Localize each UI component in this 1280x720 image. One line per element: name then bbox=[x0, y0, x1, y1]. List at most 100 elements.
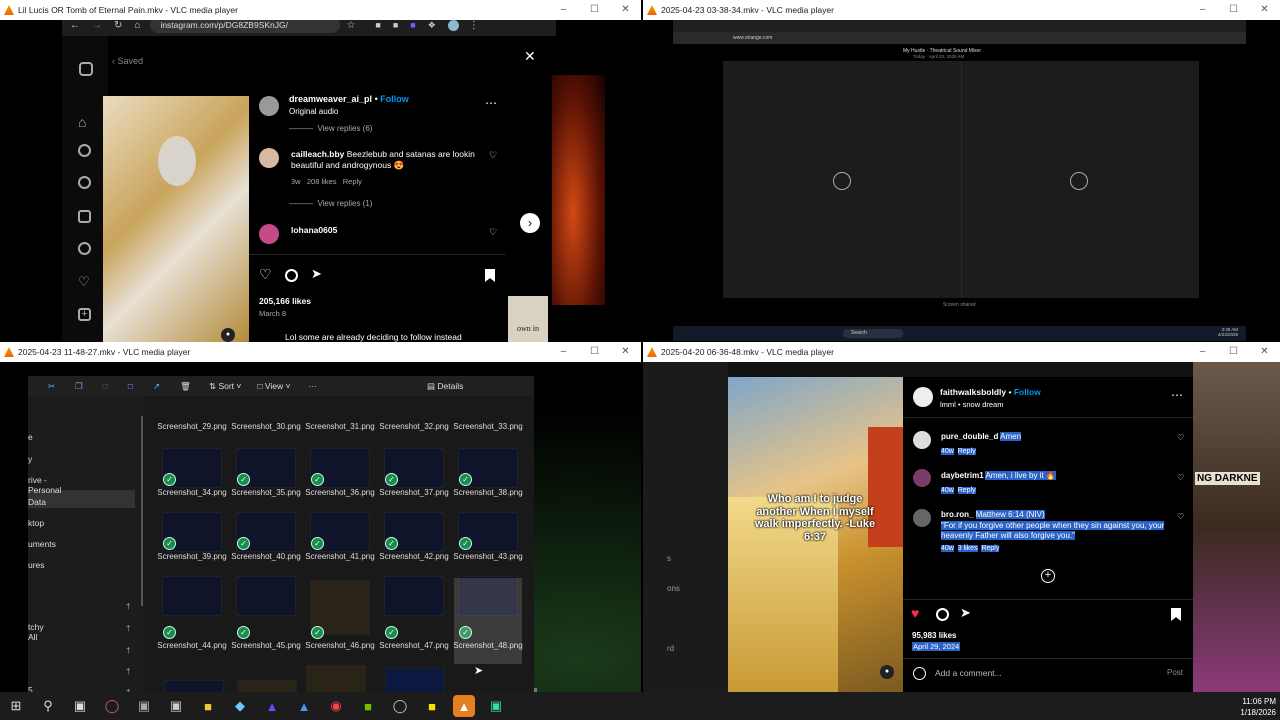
save-icon[interactable] bbox=[485, 269, 495, 282]
pin-icon[interactable]: † bbox=[126, 667, 130, 676]
comment-username[interactable]: bro.ron_ bbox=[941, 510, 973, 519]
messages-icon[interactable] bbox=[78, 242, 91, 255]
file-name[interactable]: Screenshot_34.png bbox=[155, 488, 229, 498]
file-name[interactable]: Screenshot_38.png bbox=[451, 488, 525, 498]
follow-button[interactable]: Follow bbox=[1014, 387, 1041, 397]
comment-icon[interactable] bbox=[285, 269, 298, 282]
file-thumbnail[interactable] bbox=[306, 665, 366, 692]
minimize-button[interactable]: – bbox=[548, 0, 579, 20]
app-icon[interactable]: ◯ bbox=[101, 695, 123, 717]
file-name[interactable]: Screenshot_41.png bbox=[303, 552, 377, 562]
comment-like-icon[interactable]: ♡ bbox=[1177, 473, 1184, 482]
view-button[interactable]: □ View ˅ bbox=[257, 381, 290, 391]
comment-like-icon[interactable]: ♡ bbox=[1177, 512, 1184, 521]
reply-button[interactable]: Reply bbox=[981, 545, 1000, 552]
extension-icon[interactable]: ■ bbox=[393, 20, 398, 30]
extension-icon[interactable]: ■ bbox=[375, 20, 380, 30]
puzzle-icon[interactable]: ❖ bbox=[428, 20, 436, 31]
file-name[interactable]: Screenshot_29.png bbox=[155, 422, 229, 432]
search-icon[interactable]: ⚲ bbox=[37, 695, 59, 717]
nav-item[interactable]: y bbox=[28, 454, 32, 464]
comment-avatar[interactable] bbox=[913, 509, 931, 527]
reply-button[interactable]: Reply bbox=[957, 448, 976, 455]
file-name[interactable]: Screenshot_44.png bbox=[155, 641, 229, 651]
file-name[interactable]: Screenshot_40.png bbox=[229, 552, 303, 562]
copy-icon[interactable]: ❐ bbox=[75, 381, 83, 392]
vlc-icon[interactable]: ▲ bbox=[453, 695, 475, 717]
file-name[interactable]: Screenshot_42.png bbox=[377, 552, 451, 562]
extension-icon[interactable]: ■ bbox=[410, 20, 415, 30]
create-icon[interactable]: + bbox=[78, 308, 91, 321]
start-button[interactable]: ⊞ bbox=[5, 695, 27, 717]
paste-icon[interactable]: □ bbox=[103, 381, 108, 391]
close-button[interactable]: ✕ bbox=[1249, 342, 1280, 362]
post-username[interactable]: faithwalksboldly bbox=[940, 387, 1006, 397]
app-icon[interactable]: ▲ bbox=[293, 695, 315, 717]
close-post-icon[interactable]: ✕ bbox=[524, 48, 536, 65]
reply-button[interactable]: Reply bbox=[957, 487, 976, 494]
nav-item[interactable]: tchy All bbox=[28, 622, 44, 642]
explore-icon[interactable] bbox=[78, 176, 91, 189]
vlc-window-top-right[interactable]: 2025-04-23 03-38-34.mkv - VLC media play… bbox=[643, 0, 1280, 342]
comment-like-icon[interactable]: ♡ bbox=[489, 150, 497, 161]
minimize-button[interactable]: – bbox=[1187, 0, 1218, 20]
title-bar[interactable]: Lil Lucis OR Tomb of Eternal Pain.mkv - … bbox=[0, 0, 641, 20]
more-options-icon[interactable]: ⋯ bbox=[485, 96, 497, 110]
vlc-window-top-left[interactable]: Lil Lucis OR Tomb of Eternal Pain.mkv - … bbox=[0, 0, 641, 342]
share-icon[interactable]: ➤ bbox=[311, 266, 322, 282]
nav-item[interactable]: uments bbox=[28, 539, 56, 549]
chrome-icon[interactable]: ◉ bbox=[325, 695, 347, 717]
file-name[interactable]: Screenshot_32.png bbox=[377, 422, 451, 432]
title-bar[interactable]: 2025-04-20 06-36-48.mkv - VLC media play… bbox=[643, 342, 1280, 362]
like-icon[interactable]: ♡ bbox=[259, 266, 272, 283]
sticky-notes-icon[interactable]: ■ bbox=[421, 695, 443, 717]
task-view-icon[interactable]: ▣ bbox=[69, 695, 91, 717]
comment-likes[interactable]: 208 likes bbox=[307, 177, 337, 186]
app-icon[interactable]: ▣ bbox=[133, 695, 155, 717]
comment-username[interactable]: lohana0605 bbox=[291, 225, 337, 235]
nav-item[interactable]: 5 DTD bbox=[28, 685, 45, 692]
avatar[interactable] bbox=[259, 96, 279, 116]
comment-like-icon[interactable]: ♡ bbox=[1177, 433, 1184, 442]
close-button[interactable]: ✕ bbox=[610, 0, 641, 20]
browser-address-bar[interactable]: www.strange.com bbox=[673, 32, 1246, 44]
vlc-window-bottom-right[interactable]: 2025-04-20 06-36-48.mkv - VLC media play… bbox=[643, 342, 1280, 692]
comment-input[interactable]: Add a comment... bbox=[935, 668, 1002, 678]
file-name[interactable]: Screenshot_30.png bbox=[229, 422, 303, 432]
home-icon[interactable]: ⌂ bbox=[134, 20, 140, 31]
comment-likes[interactable]: 3 likes bbox=[957, 545, 978, 552]
view-replies-link[interactable]: ——— View replies (6) bbox=[289, 124, 372, 133]
forward-icon[interactable]: → bbox=[92, 20, 102, 31]
load-more-icon[interactable]: + bbox=[1041, 569, 1055, 583]
close-button[interactable]: ✕ bbox=[610, 342, 641, 362]
clock[interactable]: 11:06 PM 1/18/2026 bbox=[1228, 696, 1276, 718]
sort-button[interactable]: ⇅ Sort ˅ bbox=[209, 381, 241, 392]
file-thumbnail[interactable] bbox=[164, 680, 224, 692]
file-name[interactable]: Screenshot_31.png bbox=[303, 422, 377, 432]
maximize-button[interactable]: ☐ bbox=[579, 342, 610, 362]
app-icon[interactable]: ◆ bbox=[229, 695, 251, 717]
app-icon[interactable]: ▲ bbox=[261, 695, 283, 717]
nav-item[interactable]: ures bbox=[28, 560, 45, 570]
file-thumbnail[interactable] bbox=[237, 680, 297, 692]
nav-item[interactable]: Data bbox=[28, 497, 46, 507]
post-button[interactable]: Post bbox=[1167, 668, 1183, 677]
video-player[interactable] bbox=[723, 61, 1199, 298]
view-replies-link[interactable]: ——— View replies (1) bbox=[289, 199, 372, 208]
minimize-button[interactable]: – bbox=[548, 342, 579, 362]
file-name[interactable]: Screenshot_37.png bbox=[377, 488, 451, 498]
file-name[interactable]: Screenshot_45.png bbox=[229, 641, 303, 651]
likes-count[interactable]: 95,983 likes bbox=[912, 631, 956, 640]
comment-username[interactable]: cailleach.bby bbox=[291, 149, 344, 159]
instagram-logo-icon[interactable] bbox=[79, 62, 93, 76]
reply-button[interactable]: Reply bbox=[343, 177, 362, 186]
nav-scrollbar[interactable] bbox=[141, 416, 143, 606]
pin-icon[interactable]: † bbox=[126, 624, 130, 633]
rename-icon[interactable]: □ bbox=[128, 381, 133, 391]
address-bar[interactable]: instagram.com/p/DG8ZB9SKnJG/ bbox=[150, 20, 341, 33]
comment-avatar[interactable] bbox=[913, 469, 931, 487]
file-thumbnail[interactable] bbox=[385, 668, 445, 692]
comment-avatar[interactable] bbox=[913, 431, 931, 449]
maximize-button[interactable]: ☐ bbox=[1218, 0, 1249, 20]
maximize-button[interactable]: ☐ bbox=[1218, 342, 1249, 362]
